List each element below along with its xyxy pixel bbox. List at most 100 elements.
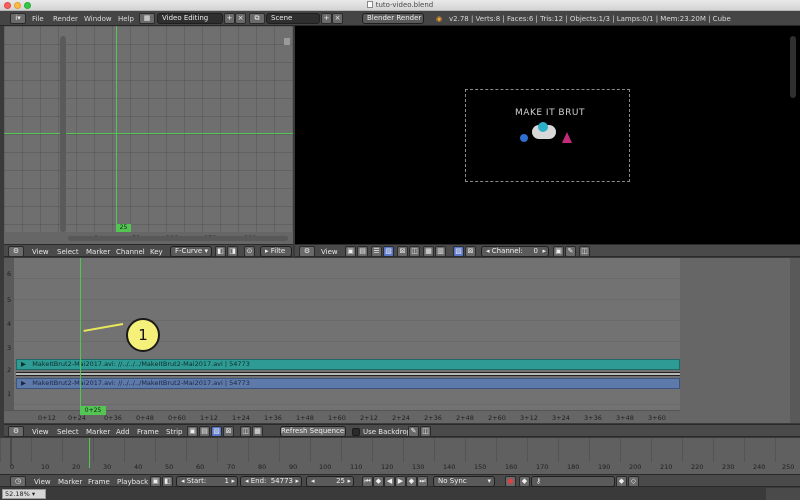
record-icon[interactable]: ● [505,476,516,487]
timeline-menu-marker[interactable]: Marker [58,478,82,486]
timeline-menu-playback[interactable]: Playback [117,478,148,486]
audio-strip[interactable]: ▶ MakeItBrut2-Mai2017.avi: //../../../Ma… [16,378,680,389]
scene-icon[interactable]: ⧉ [249,13,265,24]
jump-next-key-icon[interactable]: ◆ [406,476,417,487]
add-screen-button[interactable]: + [224,13,235,24]
play-reverse-icon[interactable]: ◀ [384,476,395,487]
timeline-menu-view[interactable]: View [34,478,51,486]
render-engine-dropdown[interactable]: Blender Render ▾ [362,13,424,24]
proxy-icon[interactable]: ▦ [252,426,263,437]
graph-menu-channel[interactable]: Channel [116,248,145,256]
graph-vertical-scrollbar[interactable] [60,36,66,232]
refresh-sequencer-button[interactable]: Refresh Sequencer [280,426,346,437]
editor-type-info-icon[interactable]: i▾ [10,13,26,24]
jump-prev-key-icon[interactable]: ◆ [373,476,384,487]
safe-areas-icon[interactable]: ⊠ [397,246,408,257]
graph-menu-select[interactable]: Select [57,248,79,256]
preview-editor-type-icon[interactable]: ⚙ [299,246,315,257]
backdrop-icon[interactable]: ▣ [553,246,564,257]
snapshot-icon[interactable]: ◫ [420,426,431,437]
seq-menu-strip[interactable]: Strip [166,428,182,436]
graph-menu-view[interactable]: View [32,248,49,256]
seq-menu-marker[interactable]: Marker [86,428,110,436]
timeline-editor-type-icon[interactable]: ◷ [10,476,26,487]
graph-mode-dropdown[interactable]: F-Curve ▾ [170,246,212,257]
insert-keyframe-icon[interactable]: ◆ [616,476,627,487]
sequencer-editor-type-icon[interactable]: ⚙ [8,426,24,437]
scene-field[interactable]: Scene [266,13,320,24]
show-hidden-icon[interactable]: ◨ [227,246,238,257]
graph-editor[interactable]: 0 50 100 150 200 25 [4,26,293,244]
screen-layout-icon[interactable]: ▦ [139,13,155,24]
seq-menu-add[interactable]: Add [116,428,130,436]
seq-menu-view[interactable]: View [32,428,49,436]
end-frame-field[interactable]: ◂ End: 54773 ▸ [240,476,302,487]
preview-range-icon[interactable]: ▣ [150,476,161,487]
scope-icon[interactable]: ▥ [435,246,446,257]
menu-window[interactable]: Window [84,15,112,23]
range-lock-icon[interactable]: ◧ [162,476,173,487]
zoom-field[interactable]: 52.18% ▾ [2,489,46,499]
display-mode-icon[interactable]: ▤ [357,246,368,257]
proxy-render-icon[interactable]: ▧ [383,246,394,257]
strip-expand-icon: ▶ [21,360,26,368]
view-preview-icon[interactable]: ▤ [199,426,210,437]
snap-icon[interactable]: ◫ [240,426,251,437]
sequencer-editor[interactable]: 6 5 4 3 2 1 ▶ MakeItBrut2-Mai2017.avi: /… [4,258,790,423]
keying-set-field[interactable]: ⚷ [531,476,615,487]
filters-dropdown[interactable]: ▸ Filte [260,246,292,257]
gpu-preview-icon[interactable]: ⊠ [465,246,476,257]
preview-menu-view[interactable]: View [321,248,338,256]
current-frame-field[interactable]: ◂ 25 ▸ [306,476,354,487]
keying-set-icon[interactable]: ◆ [519,476,530,487]
graph-editor-type-icon[interactable]: ⚙ [8,246,24,257]
delete-keyframe-icon[interactable]: ◇ [628,476,639,487]
graph-menu-key[interactable]: Key [150,248,163,256]
grease-pencil-icon[interactable]: ✎ [565,246,576,257]
add-scene-button[interactable]: + [321,13,332,24]
preview-scrollbar[interactable] [790,36,796,98]
time-tick: 0+48 [136,414,154,422]
overlay-icon[interactable]: ◫ [409,246,420,257]
sequencer-vertical-scrollbar[interactable] [790,258,800,423]
remove-screen-button[interactable]: × [235,13,246,24]
timeline-menu-frame[interactable]: Frame [88,478,110,486]
view-sequencer-icon[interactable]: ▣ [187,426,198,437]
video-strip[interactable]: ▶ MakeItBrut2-Mai2017.avi: //../../../Ma… [16,359,680,370]
graph-region-toggle-icon[interactable] [284,38,290,45]
menu-help[interactable]: Help [118,15,134,23]
sync-mode-dropdown[interactable]: No Sync ▾ [433,476,495,487]
show-frames-icon[interactable]: ▨ [453,246,464,257]
timeline-editor[interactable]: 0 10 20 30 40 50 60 70 80 90 100 110 120… [0,438,800,474]
seq-menu-select[interactable]: Select [57,428,79,436]
snapshot-icon[interactable]: ◫ [579,246,590,257]
sequencer-playhead[interactable] [80,258,81,413]
menu-render[interactable]: Render [53,15,78,23]
play-icon[interactable]: ▶ [395,476,406,487]
only-selected-icon[interactable]: ◧ [215,246,226,257]
use-backdrop-checkbox[interactable] [352,428,360,436]
sequencer-preview[interactable]: MAKE IT BRUT [295,26,800,244]
grease-pencil-icon[interactable]: ✎ [408,426,419,437]
strip-expand-icon: ▶ [21,379,26,387]
start-frame-field[interactable]: ◂ Start: 1 ▸ [176,476,238,487]
timeline-tick: 70 [227,463,236,471]
remove-scene-button[interactable]: × [332,13,343,24]
jump-end-icon[interactable]: ⏭ [417,476,428,487]
jump-start-icon[interactable]: ⏮ [362,476,373,487]
channel-field[interactable]: ◂ Channel: 0 ▸ [481,246,549,257]
timeline-tick: 170 [536,463,549,471]
screen-layout-field[interactable]: Video Editing [157,13,223,24]
filter-icon[interactable]: ⊙ [244,246,255,257]
graph-cursor-horizontal [4,133,293,134]
display-channels-icon[interactable]: ☰ [371,246,382,257]
time-tick: 3+36 [584,414,602,422]
seq-menu-frame[interactable]: Frame [137,428,159,436]
graph-menu-marker[interactable]: Marker [86,248,110,256]
display-mode-icon[interactable]: ⊠ [223,426,234,437]
menu-file[interactable]: File [32,15,44,23]
view-both-icon[interactable]: ▧ [211,426,222,437]
camera-icon[interactable]: ▦ [423,246,434,257]
graph-horizontal-scrollbar[interactable] [68,236,288,241]
view-type-icon[interactable]: ▣ [345,246,356,257]
